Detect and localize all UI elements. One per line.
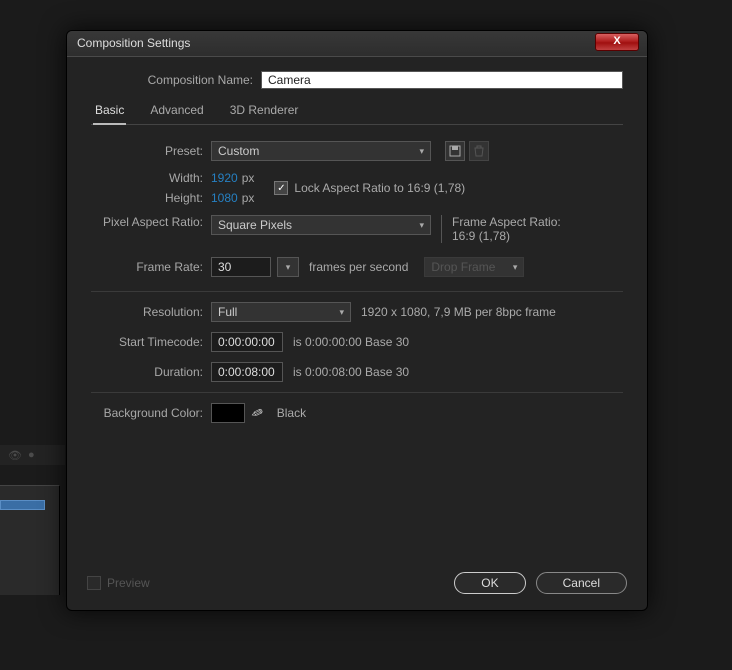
ok-button[interactable]: OK bbox=[454, 572, 525, 594]
composition-settings-dialog: Composition Settings X Composition Name:… bbox=[66, 30, 648, 611]
duration-input[interactable]: 0:00:08:00 bbox=[211, 362, 283, 382]
chevron-down-icon: ▾ bbox=[513, 262, 518, 273]
frame-rate-suffix: frames per second bbox=[309, 260, 408, 274]
height-unit: px bbox=[242, 191, 255, 205]
save-preset-button[interactable] bbox=[445, 141, 465, 161]
chevron-down-icon: ▾ bbox=[339, 307, 344, 318]
preview-checkbox bbox=[87, 576, 101, 590]
frame-aspect-ratio-value: 16:9 (1,78) bbox=[452, 229, 561, 243]
chevron-down-icon: ▾ bbox=[419, 220, 424, 231]
bg-icon-1: 👁 bbox=[8, 449, 22, 462]
width-unit: px bbox=[242, 171, 255, 185]
pixel-aspect-ratio-label: Pixel Aspect Ratio: bbox=[91, 215, 211, 243]
preview-label: Preview bbox=[107, 576, 150, 590]
tab-basic[interactable]: Basic bbox=[93, 99, 126, 125]
frame-aspect-ratio-label: Frame Aspect Ratio: bbox=[452, 215, 561, 229]
width-value[interactable]: 1920 bbox=[211, 171, 238, 185]
pixel-aspect-ratio-dropdown[interactable]: Square Pixels ▾ bbox=[211, 215, 431, 235]
width-label: Width: bbox=[91, 171, 211, 185]
duration-info: is 0:00:08:00 Base 30 bbox=[293, 365, 409, 379]
lock-aspect-ratio-checkbox[interactable]: ✓ bbox=[274, 181, 288, 195]
frame-rate-label: Frame Rate: bbox=[91, 260, 211, 274]
frame-rate-input[interactable]: 30 bbox=[211, 257, 271, 277]
start-timecode-input[interactable]: 0:00:00:00 bbox=[211, 332, 283, 352]
close-button[interactable]: X bbox=[595, 33, 639, 51]
save-icon bbox=[449, 145, 461, 157]
height-label: Height: bbox=[91, 191, 211, 205]
pixel-aspect-ratio-value: Square Pixels bbox=[218, 218, 292, 232]
cancel-button[interactable]: Cancel bbox=[536, 572, 627, 594]
resolution-info: 1920 x 1080, 7,9 MB per 8bpc frame bbox=[361, 305, 556, 319]
duration-label: Duration: bbox=[91, 365, 211, 379]
background-color-swatch[interactable] bbox=[211, 403, 245, 423]
trash-icon bbox=[474, 145, 484, 157]
divider bbox=[441, 215, 442, 243]
background-color-label: Background Color: bbox=[91, 406, 211, 420]
delete-preset-button bbox=[469, 141, 489, 161]
chevron-down-icon: ▾ bbox=[419, 146, 424, 157]
dialog-footer: Preview OK Cancel bbox=[67, 560, 647, 610]
start-timecode-info: is 0:00:00:00 Base 30 bbox=[293, 335, 409, 349]
divider bbox=[91, 291, 623, 292]
drop-frame-value: Drop Frame bbox=[431, 260, 495, 274]
start-timecode-label: Start Timecode: bbox=[91, 335, 211, 349]
preset-dropdown[interactable]: Custom ▾ bbox=[211, 141, 431, 161]
eyedropper-icon[interactable]: ✎ bbox=[248, 403, 265, 423]
lock-aspect-ratio-label: Lock Aspect Ratio to 16:9 (1,78) bbox=[294, 181, 465, 195]
tab-3d-renderer[interactable]: 3D Renderer bbox=[228, 99, 301, 124]
divider bbox=[91, 392, 623, 393]
bg-icon-2: ● bbox=[28, 449, 35, 461]
resolution-value: Full bbox=[218, 305, 237, 319]
resolution-dropdown[interactable]: Full ▾ bbox=[211, 302, 351, 322]
comp-name-input[interactable] bbox=[261, 71, 623, 89]
tab-advanced[interactable]: Advanced bbox=[148, 99, 205, 124]
resolution-label: Resolution: bbox=[91, 305, 211, 319]
background-timeline-bar bbox=[0, 500, 45, 510]
comp-name-label: Composition Name: bbox=[131, 73, 261, 87]
height-value[interactable]: 1080 bbox=[211, 191, 238, 205]
dialog-title: Composition Settings bbox=[77, 36, 190, 50]
chevron-down-icon: ▾ bbox=[286, 262, 291, 273]
frame-rate-picker[interactable]: ▾ bbox=[277, 257, 299, 277]
titlebar: Composition Settings X bbox=[67, 31, 647, 57]
background-toolbar: 👁 ● bbox=[0, 445, 65, 465]
background-color-name: Black bbox=[277, 406, 306, 420]
preset-value: Custom bbox=[218, 144, 259, 158]
preset-label: Preset: bbox=[91, 144, 211, 158]
tabs: Basic Advanced 3D Renderer bbox=[91, 99, 623, 125]
drop-frame-dropdown: Drop Frame ▾ bbox=[424, 257, 524, 277]
